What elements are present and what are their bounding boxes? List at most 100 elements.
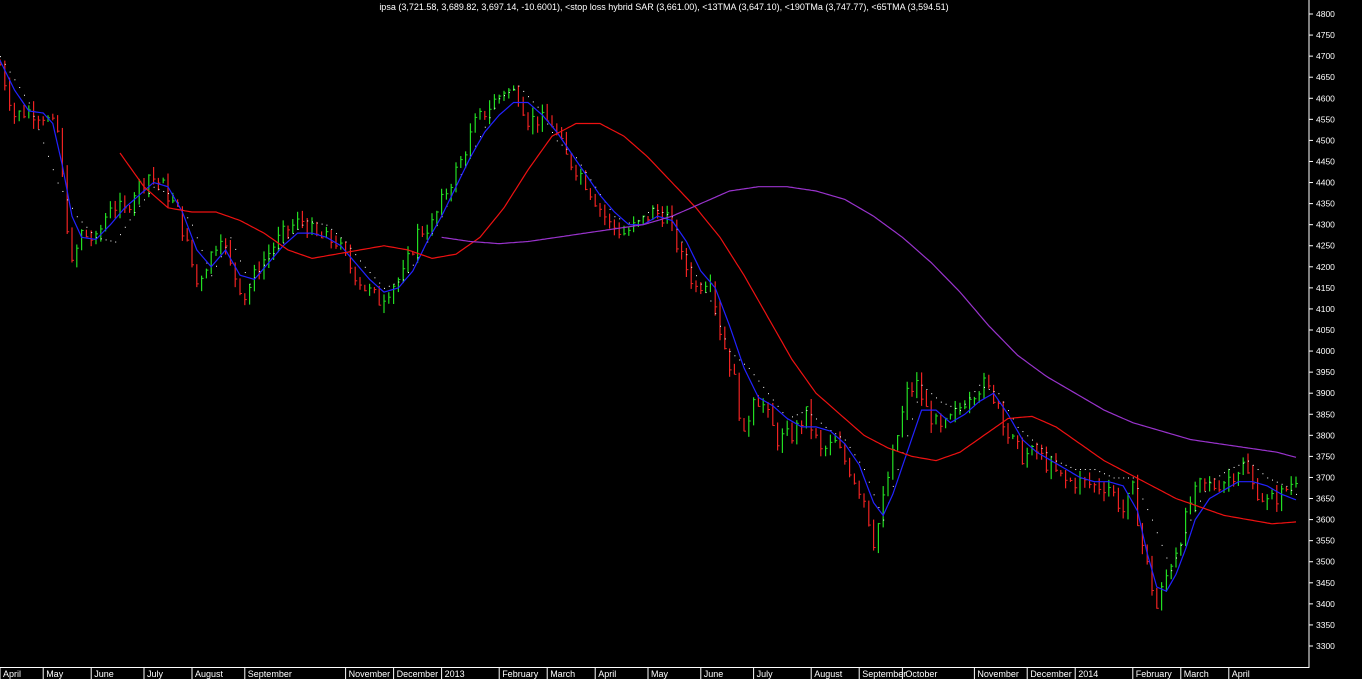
sar-dot [643,216,645,218]
y-tick-label: 3350 [1316,620,1335,630]
sar-dot [0,56,1,58]
sar-dot [384,287,385,289]
sar-dot [1056,460,1057,462]
x-tick-label: April [598,669,616,679]
y-tick-label: 4800 [1316,9,1335,19]
y-tick-label: 4550 [1316,114,1335,124]
sar-dot [4,63,6,65]
sar-dot [960,410,961,412]
sar-dot [1142,498,1144,500]
sar-dot [1209,481,1211,483]
sar-dot [964,403,966,405]
sar-dot [379,282,381,284]
sar-dot [105,239,107,241]
sar-dot [326,224,328,226]
sar-dot [331,228,333,230]
sar-dot [998,393,1000,395]
sar-dot [820,422,822,424]
sar-dot [1190,519,1192,521]
x-tick-label: August [814,669,843,679]
sar-dot [926,388,928,390]
y-tick-label: 4500 [1316,135,1335,145]
sar-dot [38,129,40,131]
sar-dot [57,182,59,184]
y-tick-label: 4100 [1316,304,1335,314]
sar-dot [792,416,793,418]
sar-dot [859,461,861,463]
y-tick-label: 3700 [1316,472,1335,482]
sar-dot [1200,500,1201,502]
sar-dot [763,386,765,388]
x-tick-label: September [248,669,292,679]
sar-dot [484,126,486,128]
sar-dot [835,433,837,435]
sar-dot [336,233,337,235]
sar-dot [235,248,237,250]
sar-dot [124,226,126,228]
sar-dot [748,367,750,369]
sar-dot [662,212,664,214]
sar-dot [561,144,563,146]
sar-dot [1041,447,1043,449]
sar-dot [796,414,798,416]
sar-dot [921,384,923,386]
sar-dot [705,292,707,294]
sar-dot [696,275,697,277]
sar-dot [1089,469,1091,471]
sar-dot [268,258,270,260]
x-tick-label: April [1232,669,1250,679]
x-tick-label: June [704,669,724,679]
sar-dot [249,283,251,285]
sar-dot [576,157,577,159]
sar-dot [806,410,808,412]
sar-dot [259,271,261,273]
sar-dot [1224,472,1225,474]
sar-dot [1147,509,1149,511]
sar-dot [62,190,64,192]
sar-dot [240,260,241,262]
sar-dot [211,275,213,277]
x-tick-label: February [502,669,539,679]
sar-dot [1296,493,1297,495]
x-tick-label: 2014 [1078,669,1098,679]
sar-dot [657,209,659,211]
sar-dot [1228,469,1230,471]
sar-dot [369,272,371,274]
sar-dot [1036,443,1038,445]
sar-dot [686,254,688,256]
sar-dot [777,405,779,407]
sar-dot [768,393,769,395]
sar-dot [1262,473,1264,475]
sar-dot [1065,464,1067,466]
sar-dot [1180,544,1182,546]
sar-dot [566,148,568,150]
sar-dot [1070,466,1072,468]
y-tick-label: 4350 [1316,199,1335,209]
sar-dot [321,223,323,225]
sar-dot [878,506,880,508]
sar-dot [840,436,841,438]
y-tick-label: 4200 [1316,262,1335,272]
sar-dot [849,446,851,448]
sar-dot [225,246,227,248]
sar-dot [100,238,102,240]
sar-dot [916,401,918,403]
y-tick-label: 4650 [1316,72,1335,82]
sar-dot [854,454,856,456]
sar-dot [1104,473,1105,475]
sar-dot [912,418,913,420]
y-tick-label: 3500 [1316,557,1335,567]
sar-dot [340,237,342,239]
sar-dot [316,222,318,224]
x-tick-label: March [550,669,575,679]
sar-dot [33,115,35,117]
sar-dot [201,249,203,251]
sar-dot [1099,471,1101,473]
x-tick-label: June [94,669,114,679]
sar-dot [264,264,265,266]
sar-dot [91,232,93,234]
x-tick-label: July [147,669,164,679]
sar-dot [292,233,294,235]
sar-dot [110,240,112,242]
x-tick-label: November [977,669,1019,679]
